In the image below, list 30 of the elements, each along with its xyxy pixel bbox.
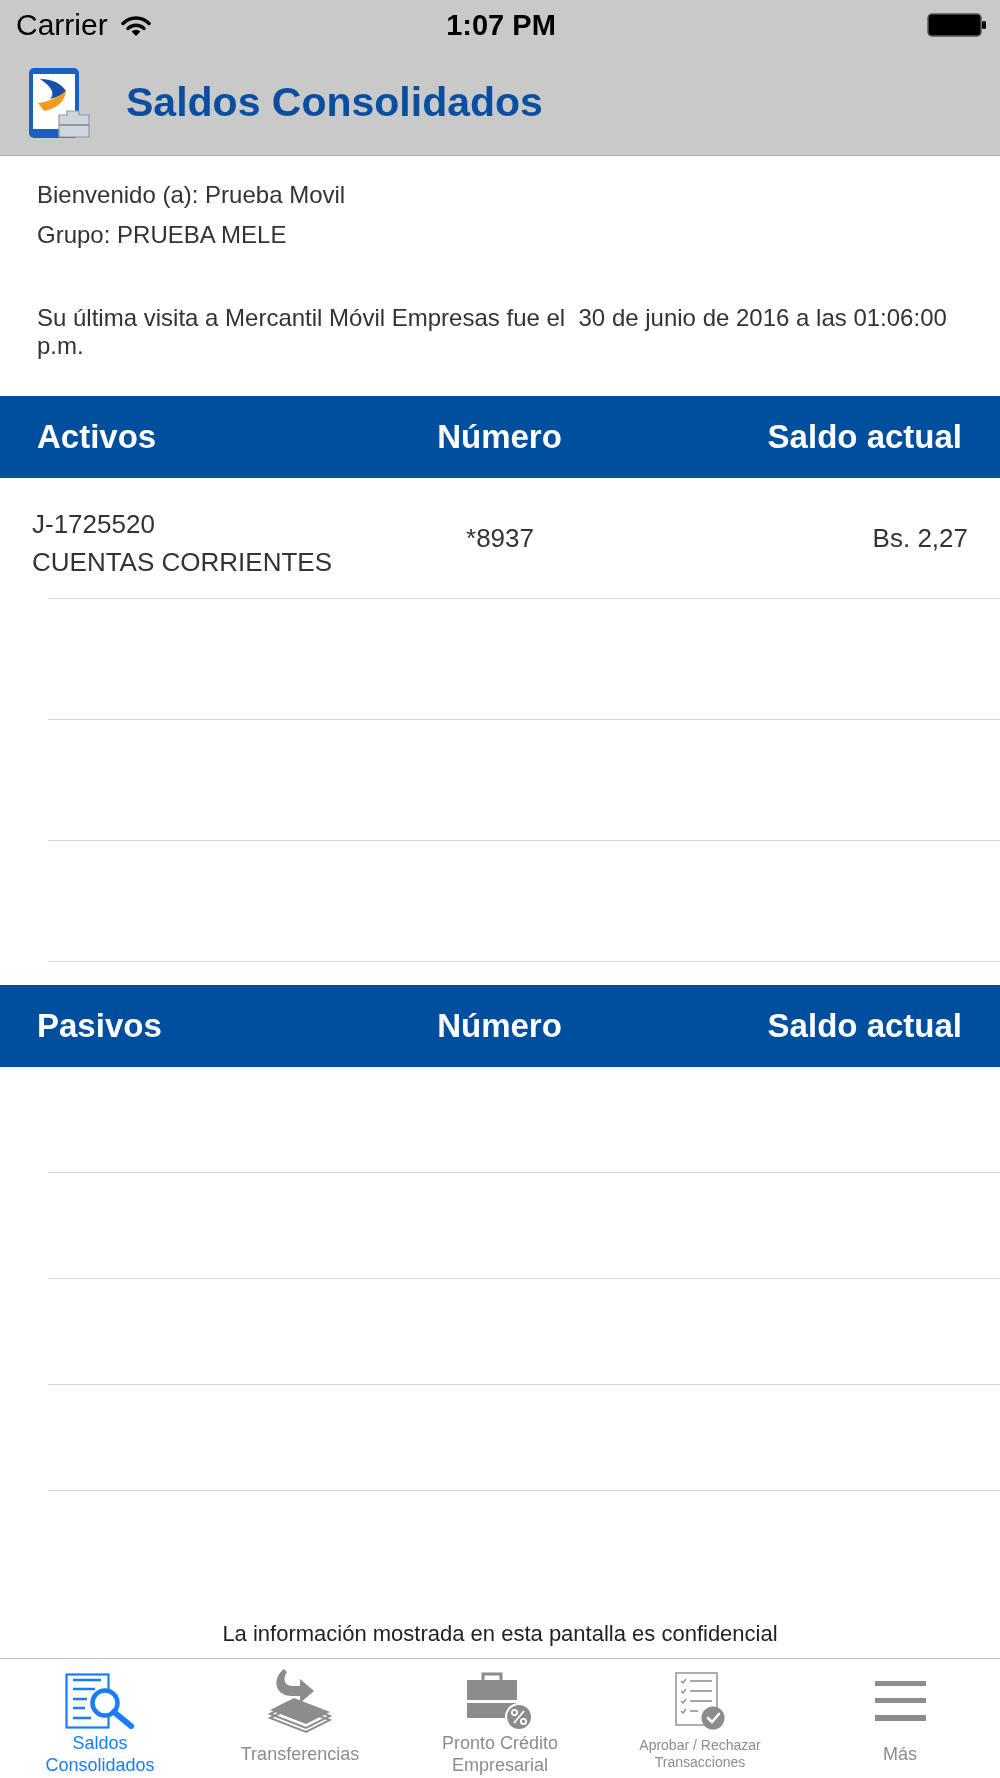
phone-briefcase-icon: [28, 66, 90, 139]
column-header: Saldo actual: [767, 1007, 962, 1045]
tab-bar-item[interactable]: Saldos Consolidados: [0, 1659, 200, 1778]
tab-bar-item[interactable]: Pronto Crédito Empresarial: [400, 1659, 600, 1778]
group-text: Grupo: PRUEBA MELE: [37, 220, 288, 250]
account-balance: Bs. 2,27: [872, 522, 968, 554]
column-header: Número: [437, 418, 562, 456]
account-type: CUENTAS CORRIENTES: [32, 546, 332, 579]
column-header: Activos: [37, 418, 157, 456]
document-search-icon: [65, 1673, 135, 1729]
tab-bar-item[interactable]: Transferencias: [200, 1659, 400, 1778]
column-header: Saldo actual: [767, 418, 962, 456]
wifi-icon: [120, 13, 151, 37]
briefcase-percent-icon: [467, 1671, 533, 1731]
tab-bar-item[interactable]: Aprobar / Rechazar Transacciones: [600, 1659, 800, 1778]
last-visit-text: Su última visita a Mercantil Móvil Empresas fue el 30 de junio de 2016 a las 01:06:00 p.m.: [37, 304, 948, 360]
carrier-name: Carrier: [16, 8, 108, 42]
page-title: Saldos Consolidados: [126, 79, 543, 126]
column-header: Número: [437, 1007, 562, 1045]
welcome-text: Bienvenido (a): Prueba Movil: [37, 180, 347, 210]
checklist-icon: [675, 1672, 725, 1730]
column-header: Pasivos: [37, 1007, 162, 1045]
confidentiality-note: La información mostrada en esta pantalla es confidencial: [221, 1620, 779, 1648]
tab-bar-item[interactable]: Más: [800, 1659, 1000, 1778]
arrow-banknotes-icon: [268, 1668, 332, 1734]
account-code: J-1725520: [32, 508, 156, 541]
menu-icon: [874, 1681, 926, 1721]
battery-icon: [927, 13, 986, 37]
account-number: *8937: [466, 522, 534, 554]
status-time: 1:07 PM: [446, 8, 556, 42]
